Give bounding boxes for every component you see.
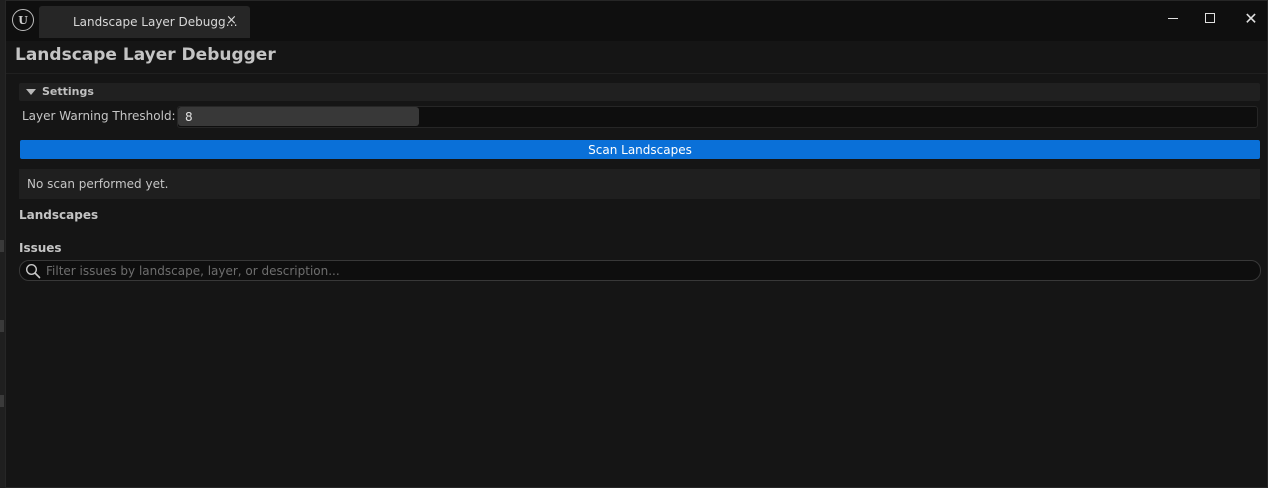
page-title: Landscape Layer Debugger <box>15 45 276 65</box>
scan-landscapes-button[interactable]: Scan Landscapes <box>20 140 1260 159</box>
tab-landscape-layer-debugger[interactable]: Landscape Layer Debugg… × <box>39 6 250 38</box>
threshold-input[interactable] <box>178 107 419 126</box>
issues-heading: Issues <box>19 241 62 255</box>
background-chip <box>0 240 4 252</box>
status-panel: No scan performed yet. <box>19 169 1260 199</box>
minimize-button[interactable] <box>1158 7 1188 29</box>
unreal-logo-icon: U <box>12 9 34 31</box>
close-window-button[interactable]: ✕ <box>1236 7 1266 29</box>
triangle-down-icon <box>26 89 36 95</box>
background-chip <box>0 320 4 332</box>
status-message: No scan performed yet. <box>27 177 169 191</box>
maximize-button[interactable] <box>1195 7 1225 29</box>
close-icon: ✕ <box>1244 8 1258 28</box>
maximize-icon <box>1205 13 1215 23</box>
title-bar[interactable]: U Landscape Layer Debugg… × ✕ <box>6 1 1267 41</box>
background-chip <box>0 395 4 407</box>
search-icon <box>25 263 41 279</box>
threshold-label: Layer Warning Threshold: <box>22 109 176 123</box>
tab-label: Landscape Layer Debugg… <box>73 15 238 29</box>
issues-search-box[interactable] <box>19 260 1261 281</box>
minimize-icon <box>1168 17 1178 19</box>
tool-window: U Landscape Layer Debugg… × ✕ Landscape … <box>5 0 1268 488</box>
landscapes-heading: Landscapes <box>19 208 99 222</box>
settings-label: Settings <box>42 85 94 98</box>
divider <box>6 73 1267 74</box>
tab-close-icon[interactable]: × <box>226 13 237 28</box>
issues-search-input[interactable] <box>46 262 1246 279</box>
settings-section-header[interactable]: Settings <box>19 83 1260 101</box>
